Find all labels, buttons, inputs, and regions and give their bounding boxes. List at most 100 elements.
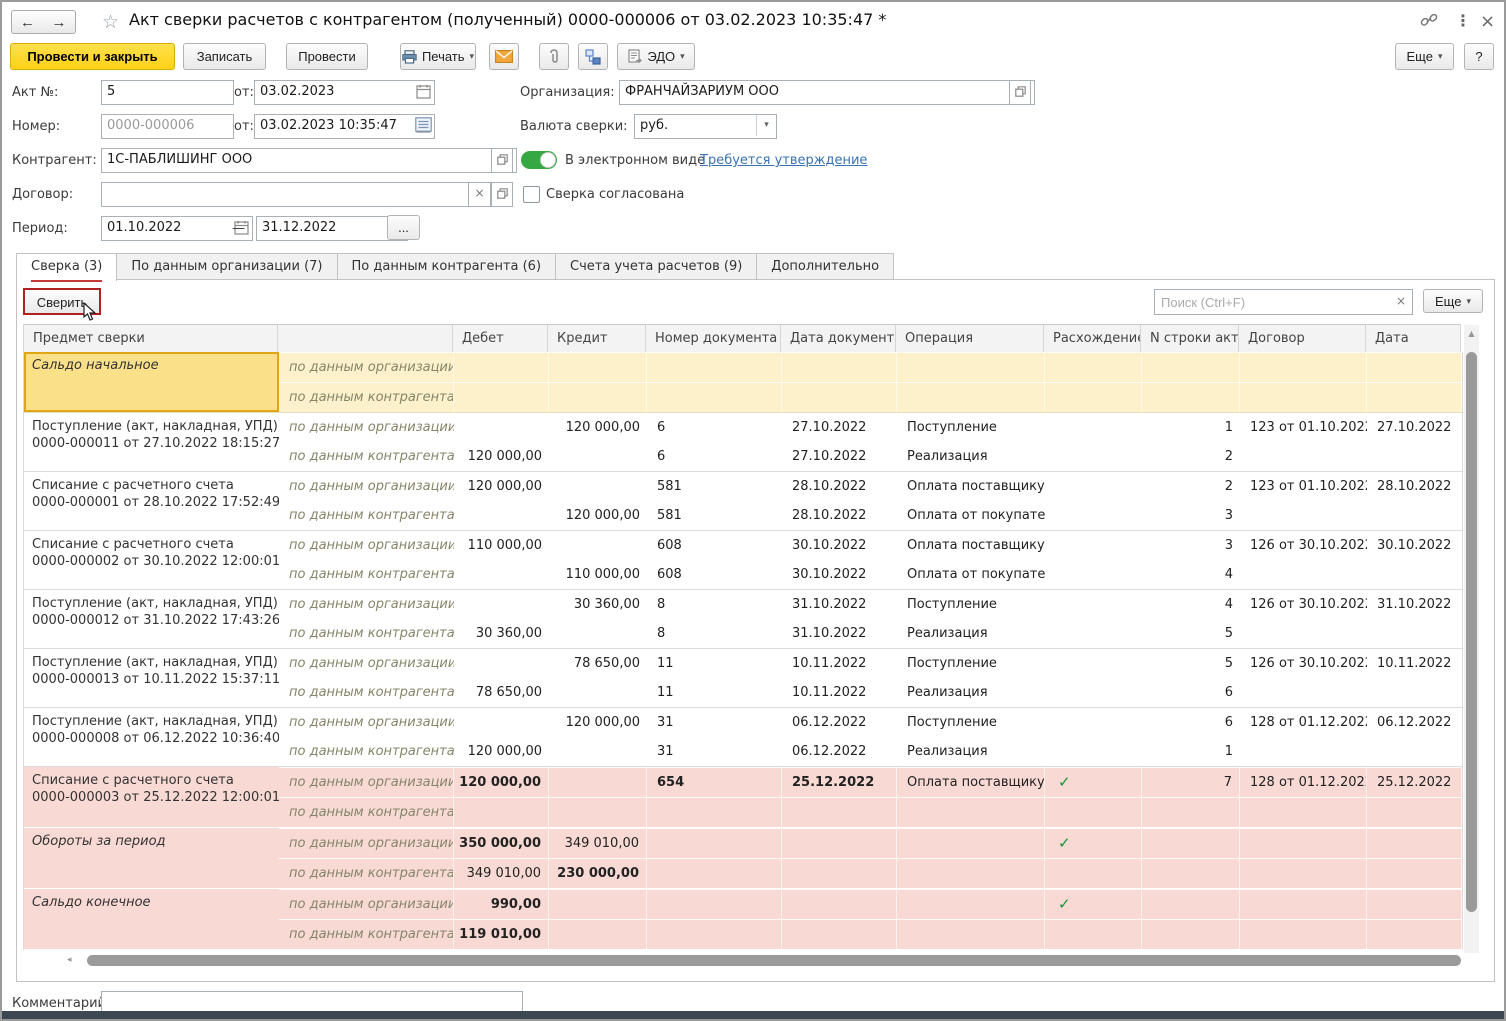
- reconciliation-subject-cell[interactable]: Поступление (акт, накладная, УПД)0000-00…: [24, 708, 279, 766]
- send-email-button[interactable]: [489, 43, 519, 70]
- column-header-10[interactable]: Дата: [1366, 324, 1461, 354]
- more-menu-icon[interactable]: ⋮: [1455, 11, 1471, 30]
- date-cell[interactable]: [1367, 352, 1462, 382]
- credit-cell[interactable]: [549, 352, 647, 382]
- credit-cell[interactable]: [549, 531, 647, 560]
- counterparty-data-label[interactable]: по данным контрагента: [279, 382, 454, 412]
- reconciliation-subject-cell[interactable]: Списание с расчетного счета0000-000002 о…: [24, 531, 279, 589]
- operation-cell[interactable]: Оплата поставщику: [897, 472, 1045, 501]
- contract-cell[interactable]: [1240, 442, 1367, 471]
- back-button[interactable]: ←: [11, 10, 44, 34]
- horizontal-scrollbar[interactable]: ◂: [23, 953, 1463, 968]
- credit-cell[interactable]: [549, 797, 647, 827]
- contract-cell[interactable]: 123 от 01.10.2022: [1240, 472, 1367, 501]
- debit-cell[interactable]: 350 000,00: [454, 828, 549, 858]
- contract-cell[interactable]: [1240, 352, 1367, 382]
- credit-cell[interactable]: [549, 767, 647, 797]
- organization-open-button[interactable]: [1009, 80, 1031, 105]
- line_no-cell[interactable]: [1142, 797, 1240, 827]
- doc_date-cell[interactable]: 06.12.2022: [782, 708, 897, 737]
- credit-cell[interactable]: 349 010,00: [549, 828, 647, 858]
- operation-cell[interactable]: [897, 858, 1045, 888]
- doc_num-cell[interactable]: 11: [647, 678, 782, 707]
- org-data-label[interactable]: по данным организации: [279, 828, 454, 858]
- horizontal-scroll-thumb[interactable]: [87, 955, 1461, 966]
- discrepancy-cell[interactable]: [1045, 649, 1142, 678]
- doc_date-cell[interactable]: [782, 919, 897, 949]
- date-cell[interactable]: [1367, 858, 1462, 888]
- reconciliation-subject-cell[interactable]: Сальдо конечное: [24, 889, 279, 949]
- table-row[interactable]: Сальдо начальноепо данным организациипо …: [24, 352, 1462, 413]
- operation-cell[interactable]: Поступление: [897, 590, 1045, 619]
- doc_date-cell[interactable]: 30.10.2022: [782, 560, 897, 589]
- discrepancy-cell[interactable]: [1045, 858, 1142, 888]
- discrepancy-cell[interactable]: [1045, 678, 1142, 707]
- reconciliation-subject-cell[interactable]: Поступление (акт, накладная, УПД)0000-00…: [24, 590, 279, 648]
- doc_num-cell[interactable]: 608: [647, 531, 782, 560]
- number-date-field[interactable]: 03.02.2023 10:35:47: [254, 114, 435, 139]
- contract-clear-button[interactable]: ×: [468, 182, 491, 207]
- line_no-cell[interactable]: [1142, 382, 1240, 412]
- column-header-5[interactable]: Дата документа: [781, 324, 896, 354]
- reconciliation-subject-cell[interactable]: Сальдо начальное: [24, 352, 279, 412]
- debit-cell[interactable]: 120 000,00: [454, 442, 549, 471]
- contract-cell[interactable]: 123 от 01.10.2022: [1240, 413, 1367, 442]
- post-button[interactable]: Провести: [286, 43, 368, 70]
- column-header-2[interactable]: Дебет: [453, 324, 548, 354]
- column-header-0[interactable]: Предмет сверки: [23, 324, 278, 354]
- doc_num-cell[interactable]: [647, 828, 782, 858]
- operation-cell[interactable]: Реализация: [897, 442, 1045, 471]
- date-cell[interactable]: [1367, 678, 1462, 707]
- act-no-field[interactable]: 5: [101, 80, 234, 105]
- debit-cell[interactable]: 120 000,00: [454, 767, 549, 797]
- discrepancy-cell[interactable]: ✓: [1045, 828, 1142, 858]
- save-button[interactable]: Записать: [183, 43, 266, 70]
- debit-cell[interactable]: 990,00: [454, 889, 549, 919]
- date-cell[interactable]: 10.11.2022: [1367, 649, 1462, 678]
- doc_num-cell[interactable]: [647, 889, 782, 919]
- line_no-cell[interactable]: 6: [1142, 708, 1240, 737]
- debit-cell[interactable]: 30 360,00: [454, 619, 549, 648]
- counterparty-data-label[interactable]: по данным контрагента: [279, 737, 454, 766]
- counterparty-data-label[interactable]: по данным контрагента: [279, 442, 454, 471]
- operation-cell[interactable]: Оплата поставщику: [897, 531, 1045, 560]
- doc_num-cell[interactable]: 8: [647, 590, 782, 619]
- column-header-3[interactable]: Кредит: [548, 324, 646, 354]
- act-date-field[interactable]: 03.02.2023: [254, 80, 435, 105]
- doc_num-cell[interactable]: 581: [647, 501, 782, 530]
- doc_date-cell[interactable]: 31.10.2022: [782, 619, 897, 648]
- contract-cell[interactable]: [1240, 619, 1367, 648]
- doc_date-cell[interactable]: 25.12.2022: [782, 767, 897, 797]
- doc_date-cell[interactable]: 06.12.2022: [782, 737, 897, 766]
- debit-cell[interactable]: [454, 560, 549, 589]
- doc_num-cell[interactable]: 11: [647, 649, 782, 678]
- org-data-label[interactable]: по данным организации: [279, 649, 454, 678]
- discrepancy-cell[interactable]: ✓: [1045, 889, 1142, 919]
- debit-cell[interactable]: 120 000,00: [454, 737, 549, 766]
- doc_num-cell[interactable]: 31: [647, 737, 782, 766]
- reconciliation-subject-cell[interactable]: Поступление (акт, накладная, УПД)0000-00…: [24, 649, 279, 707]
- doc_num-cell[interactable]: [647, 858, 782, 888]
- date-cell[interactable]: [1367, 382, 1462, 412]
- doc_date-cell[interactable]: [782, 858, 897, 888]
- table-more-button[interactable]: Еще▾: [1423, 289, 1483, 313]
- line_no-cell[interactable]: 1: [1142, 413, 1240, 442]
- date-cell[interactable]: [1367, 919, 1462, 949]
- org-data-label[interactable]: по данным организации: [279, 889, 454, 919]
- line_no-cell[interactable]: 6: [1142, 678, 1240, 707]
- discrepancy-cell[interactable]: [1045, 560, 1142, 589]
- reconciliation-subject-cell[interactable]: Обороты за период: [24, 828, 279, 888]
- scroll-left-icon[interactable]: ◂: [67, 955, 72, 965]
- org-data-label[interactable]: по данным организации: [279, 767, 454, 797]
- doc_date-cell[interactable]: 27.10.2022: [782, 413, 897, 442]
- contract-cell[interactable]: [1240, 797, 1367, 827]
- favorite-star-icon[interactable]: ☆: [102, 11, 119, 33]
- org-data-label[interactable]: по данным организации: [279, 413, 454, 442]
- date-cell[interactable]: [1367, 619, 1462, 648]
- reconciliation-agreed-checkbox[interactable]: [523, 186, 540, 203]
- doc_date-cell[interactable]: 27.10.2022: [782, 442, 897, 471]
- contract-cell[interactable]: 128 от 01.12.2022: [1240, 708, 1367, 737]
- reconciliation-subject-cell[interactable]: Списание с расчетного счета0000-000001 о…: [24, 472, 279, 530]
- credit-cell[interactable]: [549, 919, 647, 949]
- discrepancy-cell[interactable]: [1045, 737, 1142, 766]
